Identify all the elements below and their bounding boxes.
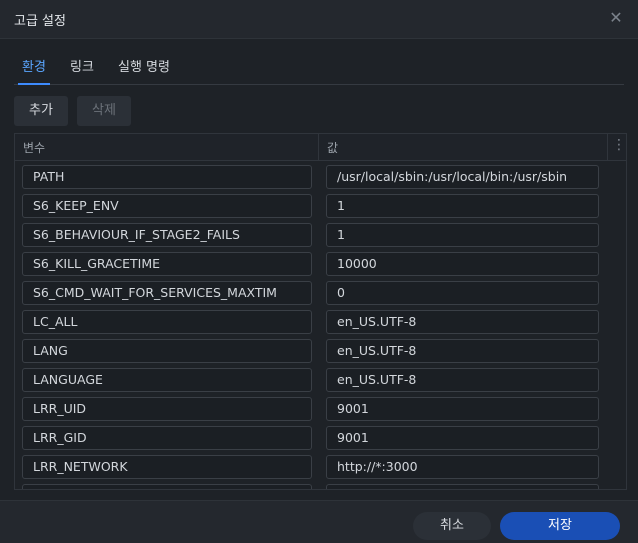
save-button[interactable]: 저장 — [500, 512, 620, 540]
variable-name-field[interactable]: LRR_GID — [22, 426, 312, 450]
variable-value-field[interactable]: 0 — [326, 281, 599, 305]
column-divider[interactable] — [607, 134, 608, 160]
variable-value-field[interactable]: /usr/local/sbin:/usr/local/bin:/usr/sbin — [326, 165, 599, 189]
tab-bar: 환경 링크 실행 명령 — [14, 48, 624, 85]
column-header-value[interactable]: 값 — [327, 139, 338, 156]
env-table: 변수 값 ⋮ PATH /usr/local/sbin:/usr/local/b… — [14, 133, 627, 490]
kebab-icon[interactable]: ⋮ — [612, 137, 626, 153]
column-header-variable[interactable]: 변수 — [23, 139, 45, 156]
table-row — [15, 482, 626, 489]
table-row: PATH /usr/local/sbin:/usr/local/bin:/usr… — [15, 163, 626, 192]
variable-value-field[interactable]: http://*:3000 — [326, 455, 599, 479]
variable-name-field[interactable]: PATH — [22, 165, 312, 189]
table-row: LRR_GID 9001 — [15, 424, 626, 453]
variable-name-field[interactable]: S6_BEHAVIOUR_IF_STAGE2_FAILS — [22, 223, 312, 247]
table-row: S6_KILL_GRACETIME 10000 — [15, 250, 626, 279]
add-button[interactable]: 추가 — [14, 96, 68, 126]
variable-name-field[interactable]: LANGUAGE — [22, 368, 312, 392]
dialog-footer: 취소 저장 — [0, 500, 638, 543]
variable-name-field[interactable]: S6_CMD_WAIT_FOR_SERVICES_MAXTIM — [22, 281, 312, 305]
variable-name-field[interactable]: S6_KEEP_ENV — [22, 194, 312, 218]
dialog-title: 고급 설정 — [14, 14, 66, 29]
table-row: LANG en_US.UTF-8 — [15, 337, 626, 366]
variable-value-field[interactable]: en_US.UTF-8 — [326, 339, 599, 363]
variable-value-field[interactable]: en_US.UTF-8 — [326, 368, 599, 392]
table-row: S6_CMD_WAIT_FOR_SERVICES_MAXTIM 0 — [15, 279, 626, 308]
tab-run-command[interactable]: 실행 명령 — [118, 56, 170, 75]
variable-value-field[interactable]: 1 — [326, 194, 599, 218]
variable-name-field[interactable] — [22, 484, 312, 489]
variable-name-field[interactable]: LRR_UID — [22, 397, 312, 421]
variable-name-field[interactable]: LRR_NETWORK — [22, 455, 312, 479]
cancel-button[interactable]: 취소 — [413, 512, 491, 540]
table-row: S6_KEEP_ENV 1 — [15, 192, 626, 221]
table-row: LRR_NETWORK http://*:3000 — [15, 453, 626, 482]
table-row: LC_ALL en_US.UTF-8 — [15, 308, 626, 337]
table-row: LANGUAGE en_US.UTF-8 — [15, 366, 626, 395]
active-tab-indicator — [18, 83, 50, 85]
variable-value-field[interactable] — [326, 484, 599, 489]
tab-environment[interactable]: 환경 — [22, 56, 46, 75]
variable-name-field[interactable]: S6_KILL_GRACETIME — [22, 252, 312, 276]
variable-value-field[interactable]: 10000 — [326, 252, 599, 276]
column-divider[interactable] — [318, 134, 319, 160]
variable-name-field[interactable]: LANG — [22, 339, 312, 363]
dialog-titlebar: 고급 설정 ✕ — [0, 0, 638, 39]
table-row: S6_BEHAVIOUR_IF_STAGE2_FAILS 1 — [15, 221, 626, 250]
table-header: 변수 값 ⋮ — [15, 134, 626, 161]
close-icon[interactable]: ✕ — [606, 8, 626, 28]
tab-links[interactable]: 링크 — [70, 56, 94, 75]
variable-value-field[interactable]: 9001 — [326, 397, 599, 421]
variable-value-field[interactable]: 9001 — [326, 426, 599, 450]
variable-value-field[interactable]: en_US.UTF-8 — [326, 310, 599, 334]
delete-button[interactable]: 삭제 — [77, 96, 131, 126]
table-row: LRR_UID 9001 — [15, 395, 626, 424]
variable-value-field[interactable]: 1 — [326, 223, 599, 247]
variable-name-field[interactable]: LC_ALL — [22, 310, 312, 334]
